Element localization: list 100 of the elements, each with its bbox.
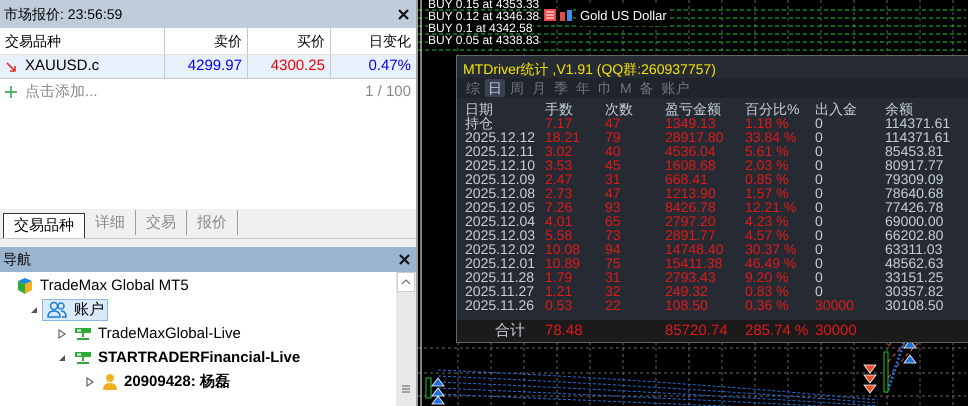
stats-tab[interactable]: M: [617, 79, 635, 97]
date-cell-text: 2025.11.26: [465, 298, 536, 312]
date-cell-text: 2025.12.02: [465, 242, 536, 256]
column-header[interactable]: 交易品种: [0, 28, 164, 54]
stats-tab[interactable]: 综: [463, 79, 483, 97]
tree-item[interactable]: STARTRADERFinancial-Live: [70, 347, 304, 369]
panel-title: 导航: [3, 250, 31, 269]
deposit-cell-text: 0: [815, 284, 824, 298]
trades-cell-text: 31: [605, 172, 622, 186]
balance-cell-text: 77426.78: [885, 200, 944, 214]
scrollbar[interactable]: [396, 272, 416, 406]
tree-item-label: 20909428: 杨磊: [124, 372, 230, 392]
trades-cell-text: 40: [605, 144, 622, 158]
trade-label: BUY 0.1 at 4342.58: [428, 24, 533, 32]
date-cell-text: 2025.12.10: [465, 158, 536, 172]
deposit-cell-text: 0: [815, 256, 824, 270]
lots-cell-text: 3.53: [545, 158, 574, 172]
date-cell-text: 2025.12.04: [465, 214, 536, 228]
collapse-icon[interactable]: [30, 306, 38, 314]
symbol-row[interactable]: XAUUSD.c 4299.97 4300.25 0.47%: [0, 55, 416, 79]
stats-tab[interactable]: 账户: [658, 79, 693, 97]
percent-cell-text: 0.36 %: [745, 298, 790, 312]
balance-cell-text: 33151.25: [885, 270, 944, 284]
trades-cell-text: 45: [605, 158, 622, 172]
balance-cell-text: 114371.61: [885, 116, 952, 130]
percent-cell-text: 2.03 %: [745, 158, 790, 172]
bar-chart-icon[interactable]: [559, 8, 573, 22]
column-header[interactable]: 卖价: [164, 28, 247, 54]
balance-cell-text: 114371.61: [885, 130, 952, 144]
trades-cell-text: 94: [605, 242, 622, 256]
date-cell-text: 2025.11.28: [465, 270, 536, 284]
deposit-cell-text: 0: [815, 116, 823, 130]
profit-cell-text: 668.41: [665, 172, 709, 186]
percent-cell-text: 12.21 %: [745, 200, 798, 214]
add-symbol-link[interactable]: 点击添加...: [25, 80, 98, 104]
column-header[interactable]: 买价: [247, 28, 330, 54]
tree-item[interactable]: 账户: [42, 299, 108, 321]
user-icon: [102, 373, 118, 391]
stats-tab[interactable]: 年: [573, 79, 593, 97]
profit-cell-text: 1608.68: [665, 158, 717, 172]
balance-cell-text: 30108.50: [885, 298, 944, 312]
stats-tab[interactable]: 季: [551, 79, 571, 97]
balance-cell-text: 66202.80: [885, 228, 944, 242]
percent-cell-text: 5.61 %: [745, 144, 790, 158]
trades-cell-text: 75: [605, 256, 622, 270]
bid-price: 4299.97: [164, 55, 247, 78]
lots-cell-text: 1.21: [545, 284, 574, 298]
expand-icon[interactable]: [58, 329, 66, 339]
column-header: 百分比%: [745, 102, 800, 116]
close-icon: [398, 8, 408, 20]
tree-item-label: TradeMaxGlobal-Live: [98, 324, 241, 344]
tab[interactable]: 详细: [85, 210, 136, 235]
tree-item[interactable]: TradeMax Global MT5: [12, 275, 193, 297]
tree-item[interactable]: 20909428: 杨磊: [98, 371, 234, 393]
profit-cell-text: 1349.13: [665, 116, 716, 130]
trades-cell-text: 93: [605, 200, 622, 214]
tab[interactable]: 交易品种: [3, 213, 85, 238]
percent-cell-text: 0.83 %: [745, 284, 790, 298]
balance-cell-text: 69000.00: [885, 214, 944, 228]
tab[interactable]: 报价: [187, 210, 238, 235]
total-profit: 85720.74: [665, 321, 729, 341]
column-header[interactable]: 日变化: [330, 28, 416, 54]
deposit-cell-text: 0: [815, 172, 824, 186]
scroll-grip-icon[interactable]: [401, 384, 411, 394]
tab[interactable]: 交易: [136, 210, 187, 235]
balance-cell-text: 85453.81: [885, 144, 944, 158]
ask-price: 4300.25: [247, 55, 330, 78]
date-cell-text: 2025.12.09: [465, 172, 536, 186]
deposit-cell-text: 0: [815, 214, 824, 228]
stats-tab[interactable]: 巾: [595, 79, 615, 97]
deposit-cell-text: 0: [815, 242, 824, 256]
stats-tab[interactable]: 周: [507, 79, 527, 97]
trades-cell-text: 65: [605, 214, 622, 228]
down-arrow-icon: [5, 60, 17, 72]
profit-cell-text: 15411.38: [665, 256, 724, 270]
plus-icon[interactable]: [5, 86, 17, 98]
lots-cell-text: 2.73: [545, 186, 574, 200]
profit-cell-text: 4536.04: [665, 144, 717, 158]
tree-item[interactable]: TradeMaxGlobal-Live: [70, 323, 245, 345]
lots-cell-text: 10.89: [545, 256, 582, 270]
stats-tab[interactable]: 备: [636, 79, 657, 97]
scroll-up-icon[interactable]: [397, 272, 415, 292]
deposit-cell-text: 0: [815, 228, 824, 242]
profit-cell-text: 108.50: [665, 298, 709, 312]
total-deposit: 30000: [815, 321, 858, 341]
list-icon[interactable]: [543, 8, 557, 22]
panel-title: 市场报价: 23:56:59: [4, 4, 122, 24]
deposit-cell-text: 0: [815, 200, 824, 214]
trades-cell-text: 47: [605, 116, 621, 130]
date-cell-text: 持仓: [465, 116, 494, 130]
deposit-cell-text: 30000: [815, 298, 855, 312]
stats-tab[interactable]: 月: [529, 79, 549, 97]
deposit-cell-text: 0: [815, 270, 824, 284]
collapse-icon[interactable]: [58, 354, 66, 362]
expand-icon[interactable]: [86, 377, 94, 387]
column-header: 盈亏金额: [665, 102, 722, 116]
stats-tab[interactable]: 日: [485, 79, 505, 97]
lots-cell-text: 7.17: [545, 116, 574, 130]
cube-logo-icon: [16, 277, 34, 295]
lots-cell-text: 7.26: [545, 200, 574, 214]
